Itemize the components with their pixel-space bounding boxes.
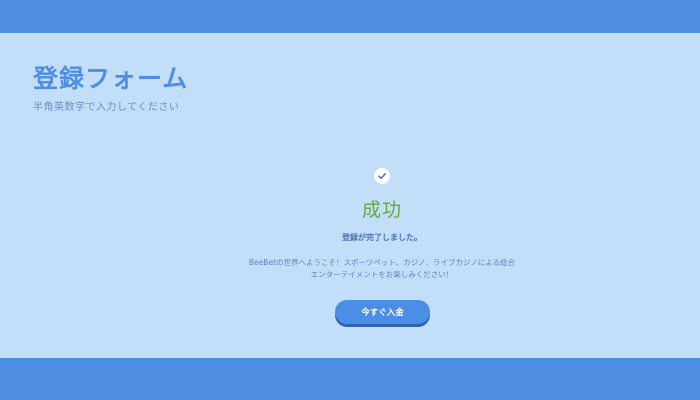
- page-header: 登録フォーム 半角英数字で入力してください: [33, 62, 188, 113]
- success-title: 成功: [361, 199, 402, 221]
- top-banner: [0, 0, 700, 33]
- page-subtitle: 半角英数字で入力してください: [33, 102, 180, 113]
- registration-complete-text: 登録が完了しました。: [342, 233, 422, 242]
- bottom-banner: [0, 358, 700, 400]
- deposit-now-button[interactable]: 今すぐ入金: [335, 300, 430, 324]
- page-title: 登録フォーム: [33, 64, 189, 93]
- success-panel: 成功 登録が完了しました。 BeeBetの世界へようこそ！スポーツベット、カジノ…: [232, 168, 532, 281]
- check-icon: [374, 168, 390, 184]
- welcome-message: BeeBetの世界へようこそ！スポーツベット、カジノ、ライブカジノによる総合エン…: [248, 258, 516, 279]
